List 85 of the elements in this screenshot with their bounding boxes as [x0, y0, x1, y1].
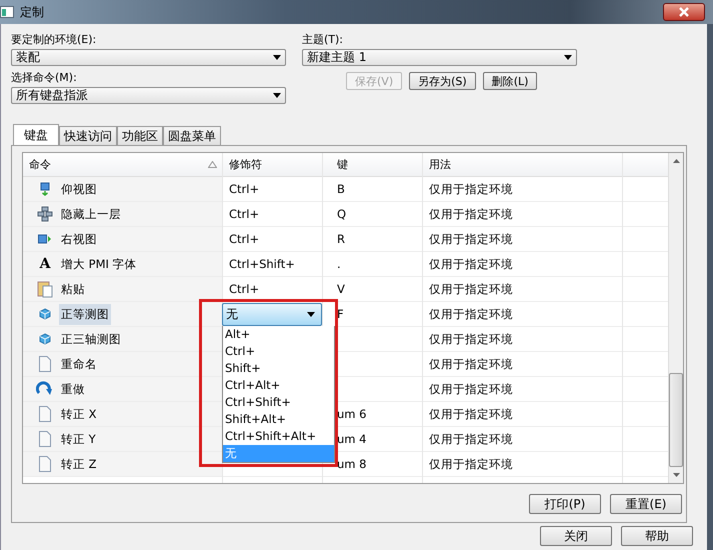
theme-dropdown[interactable]: 新建主题 1 — [302, 49, 577, 66]
table-cell: Q — [337, 207, 346, 221]
table-cell: um 8 — [337, 457, 366, 471]
dropdown-option[interactable]: Shift+ — [223, 360, 334, 377]
dropdown-option[interactable]: Ctrl+Alt+ — [223, 377, 334, 394]
window-icon — [0, 6, 14, 18]
table-cell: 仅用于指定环境 — [429, 382, 513, 396]
screen-arrow-icon — [38, 234, 52, 244]
sort-icon — [208, 161, 217, 168]
table-cell: 仅用于指定环境 — [429, 456, 513, 472]
tab[interactable]: 功能区 — [117, 126, 163, 145]
theme-button[interactable]: 另存为(S) — [409, 72, 476, 90]
close-icon — [678, 7, 690, 17]
environment-dropdown[interactable]: 装配 — [11, 49, 286, 66]
table-cell: 仅用于指定环境 — [429, 432, 513, 446]
table-cell: 仅用于指定环境 — [429, 332, 513, 346]
table-cell: 仅用于指定环境 — [429, 206, 513, 222]
command-name[interactable]: 正等测图 — [59, 304, 111, 324]
command-name[interactable]: 转正 X — [59, 404, 99, 424]
dropdown-option[interactable]: Ctrl+ — [223, 343, 334, 360]
table-cell: Ctrl+ — [229, 182, 260, 196]
dropdown-option[interactable]: Ctrl+Shift+Alt+ — [223, 428, 334, 445]
dropdown-option[interactable]: Shift+Alt+ — [223, 411, 334, 428]
scroll-down-icon[interactable] — [672, 473, 680, 477]
panel-button[interactable]: 打印(P) — [529, 494, 601, 514]
close-button[interactable] — [663, 3, 705, 21]
table-cell: B — [337, 182, 345, 196]
table-cell: Ctrl+ — [229, 207, 260, 221]
dropdown-option[interactable]: Alt+ — [223, 326, 334, 343]
cube-icon — [39, 308, 51, 320]
document-icon — [39, 456, 51, 472]
clipboard-icon — [37, 280, 53, 298]
table-cell: 仅用于指定环境 — [429, 232, 513, 246]
column-header[interactable]: 用法 — [423, 153, 623, 176]
scroll-up-icon[interactable] — [672, 159, 680, 163]
table-cell: 仅用于指定环境 — [429, 256, 513, 272]
table-cell: um 6 — [337, 407, 366, 421]
table-cell: . — [337, 257, 341, 271]
command-name[interactable]: 重命名 — [59, 354, 99, 374]
tab[interactable]: 快速访问 — [59, 126, 117, 145]
field-label: 选择命令(M): — [11, 70, 78, 85]
cube-icon — [39, 333, 51, 345]
table-cell: Ctrl+ — [229, 282, 260, 296]
command-name[interactable]: 转正 Z — [59, 454, 99, 474]
command-name[interactable]: 转正 Y — [59, 428, 98, 450]
table-cell: V — [337, 282, 345, 296]
panel-button[interactable]: 重置(E) — [610, 494, 682, 514]
scroll-thumb[interactable] — [669, 373, 683, 467]
command-name[interactable]: 增大 PMI 字体 — [59, 254, 139, 274]
window-title: 定制 — [20, 4, 44, 20]
table-cell: 仅用于指定环境 — [429, 182, 513, 196]
column-header[interactable]: 键 — [323, 153, 423, 176]
table-cell: Ctrl+Shift+ — [229, 257, 295, 271]
font-size-icon: A — [40, 256, 50, 272]
field-label: 主题(T): — [302, 32, 344, 47]
command-dropdown[interactable]: 所有键盘指派 — [11, 87, 286, 104]
tab[interactable]: 圆盘菜单 — [163, 126, 221, 145]
field-label: 要定制的环境(E): — [11, 32, 98, 47]
tab[interactable]: 键盘 — [13, 124, 59, 145]
screen-icon — [39, 182, 51, 196]
table-cell: 仅用于指定环境 — [429, 356, 513, 372]
theme-button[interactable]: 删除(L) — [482, 72, 538, 90]
redo-icon — [36, 381, 54, 397]
column-header[interactable]: 修饰符 — [223, 153, 323, 176]
table-cell: 仅用于指定环境 — [429, 306, 513, 322]
command-name[interactable]: 重做 — [59, 378, 87, 400]
stack-icon — [37, 206, 53, 222]
command-name[interactable]: 右视图 — [59, 228, 99, 250]
document-icon — [39, 431, 51, 447]
document-icon — [39, 356, 51, 372]
table-cell: Ctrl+ — [229, 232, 260, 246]
dropdown-option[interactable]: Ctrl+Shift+ — [223, 394, 334, 411]
table-cell: 仅用于指定环境 — [429, 282, 513, 296]
column-header[interactable]: 命令 — [23, 153, 223, 176]
command-name[interactable]: 仰视图 — [59, 178, 99, 200]
scrollbar[interactable] — [668, 153, 683, 483]
modifier-dropdown[interactable]: 无 — [222, 303, 322, 326]
dialog-button[interactable]: 关闭 — [540, 526, 612, 546]
dialog-button[interactable]: 帮助 — [621, 526, 693, 546]
table-cell: 仅用于指定环境 — [429, 406, 513, 422]
table-cell: R — [337, 232, 345, 246]
command-name[interactable]: 粘贴 — [59, 278, 87, 300]
document-icon — [39, 406, 51, 422]
table-cell: F — [337, 307, 344, 321]
table-cell: um 4 — [337, 432, 366, 446]
